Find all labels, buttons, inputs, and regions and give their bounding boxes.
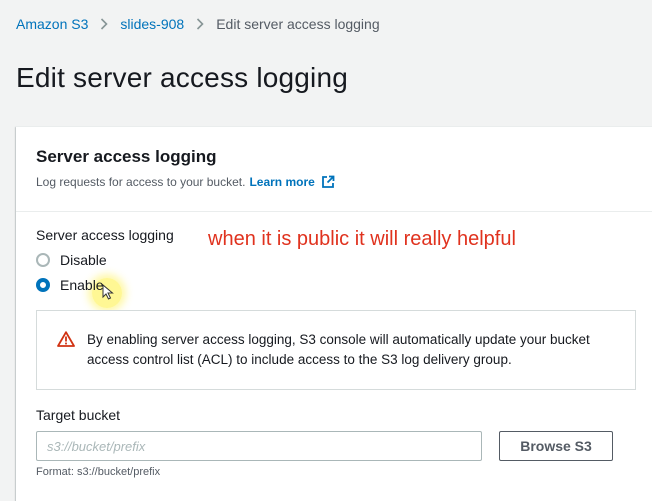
annotation-text: when it is public it will really helpful [208,228,516,250]
target-bucket-label: Target bucket [36,407,121,423]
learn-more-label: Learn more [249,175,315,189]
format-hint: Format: s3://bucket/prefix [36,466,161,478]
alert-text: By enabling server access logging, S3 co… [87,332,590,367]
radio-disable[interactable]: Disable [36,252,107,268]
acl-warning-alert: By enabling server access logging, S3 co… [36,310,636,390]
learn-more-link[interactable]: Learn more [249,175,335,189]
page-title: Edit server access logging [16,62,349,93]
target-bucket-input[interactable] [36,431,482,461]
radio-enable-control[interactable] [36,278,50,292]
cursor-icon [102,283,114,305]
radio-enable[interactable]: Enable [36,277,104,293]
chevron-right-icon [196,18,204,30]
radio-disable-control[interactable] [36,253,50,267]
external-link-icon [321,175,335,189]
logging-field-label: Server access logging [36,227,174,243]
radio-enable-label: Enable [60,277,104,293]
panel-description-text: Log requests for access to your bucket. [36,175,246,189]
panel-header: Server access logging Log requests for a… [16,127,652,212]
warning-icon [57,331,75,352]
chevron-right-icon [100,18,109,30]
panel-description: Log requests for access to your bucket. … [36,175,652,189]
breadcrumb: Amazon S3 slides-908 Edit server access … [16,16,380,32]
server-access-logging-panel: Server access logging Log requests for a… [16,126,652,501]
breadcrumb-bucket[interactable]: slides-908 [120,16,184,32]
breadcrumb-amazon-s3[interactable]: Amazon S3 [16,16,88,32]
radio-disable-label: Disable [60,252,107,268]
panel-title: Server access logging [36,147,217,166]
browse-s3-button[interactable]: Browse S3 [499,431,613,461]
breadcrumb-current: Edit server access logging [216,16,380,32]
